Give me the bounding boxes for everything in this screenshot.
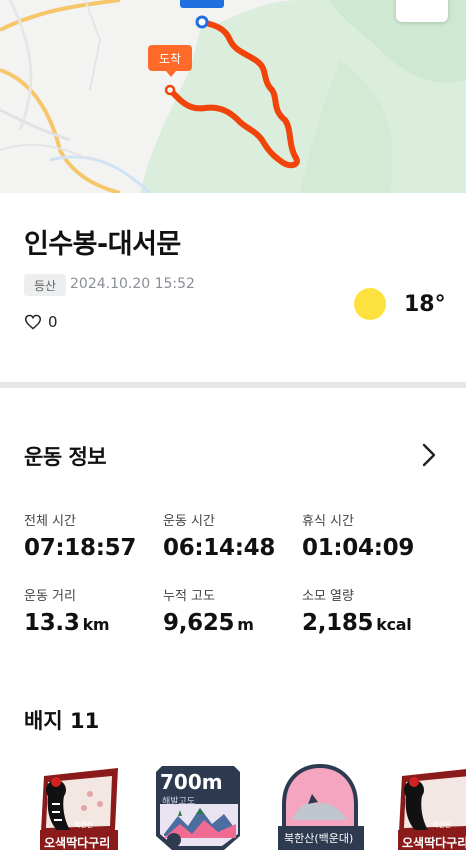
weather-info: 18° [354, 288, 446, 320]
stat-value: 07:18:57 [24, 535, 137, 561]
stat-unit: kcal [376, 615, 412, 634]
like-count: 0 [48, 313, 58, 331]
stat-unit: m [237, 615, 254, 634]
temperature: 18° [404, 291, 446, 317]
stat-value: 01:04:09 [302, 535, 415, 561]
expand-map-button[interactable] [396, 0, 448, 22]
badge-sub: 북한산 [432, 821, 452, 829]
chevron-right-icon[interactable] [418, 441, 440, 469]
badge-woodpecker[interactable]: 북한산 오색딱다구리 [34, 764, 118, 850]
map-canvas [0, 0, 466, 193]
badge-name: 700m [160, 770, 223, 794]
stat-label: 휴식 시간 [302, 514, 354, 529]
stat-value: 9,625 m [163, 610, 254, 636]
workout-info-title: 운동 정보 [24, 445, 107, 469]
badge-700m[interactable]: 700m 해발고도 [154, 764, 240, 850]
badge-name: 북한산(백운대) [284, 832, 354, 845]
badge-woodpecker-2[interactable]: 북한산 오색딱다구리 [392, 764, 466, 850]
finish-marker: 도착 [148, 45, 192, 77]
stat-rest-time: 휴식 시간 01:04:09 [302, 510, 414, 561]
badge-name: 오색딱다구리 [402, 836, 466, 850]
stat-calories: 소모 열량 2,185 kcal [302, 585, 412, 636]
category-badge: 등산 [24, 274, 67, 296]
stat-unit: km [82, 615, 110, 634]
badge-sub: 북한산 [74, 821, 94, 829]
stat-label: 전체 시간 [24, 514, 76, 529]
stat-value: 2,185 kcal [302, 610, 412, 636]
heart-icon [24, 314, 42, 330]
badge-bukhansan[interactable]: 북한산(백운대) [278, 763, 364, 850]
sun-icon [354, 288, 386, 320]
stat-label: 소모 열량 [302, 589, 354, 604]
stat-total-time: 전체 시간 07:18:57 [24, 510, 136, 561]
stat-value: 06:14:48 [163, 535, 276, 561]
like-button[interactable]: 0 [24, 313, 58, 331]
stat-distance: 운동 거리 13.3 km [24, 585, 110, 636]
start-marker [180, 0, 224, 8]
stat-label: 운동 거리 [24, 589, 76, 604]
badges-title: 배지 11 [24, 709, 100, 733]
section-divider [0, 382, 466, 388]
route-map[interactable]: 도착 [0, 0, 466, 193]
activity-datetime: 2024.10.20 15:52 [70, 276, 195, 292]
badge-name: 오색딱다구리 [44, 836, 111, 850]
badge-sub: 해발고도 [162, 797, 196, 807]
activity-title: 인수봉-대서문 [24, 229, 181, 260]
stat-value: 13.3 km [24, 610, 110, 636]
stat-label: 운동 시간 [163, 514, 215, 529]
stat-elevation-gain: 누적 고도 9,625 m [163, 585, 254, 636]
stat-label: 누적 고도 [163, 589, 215, 604]
stat-moving-time: 운동 시간 06:14:48 [163, 510, 275, 561]
